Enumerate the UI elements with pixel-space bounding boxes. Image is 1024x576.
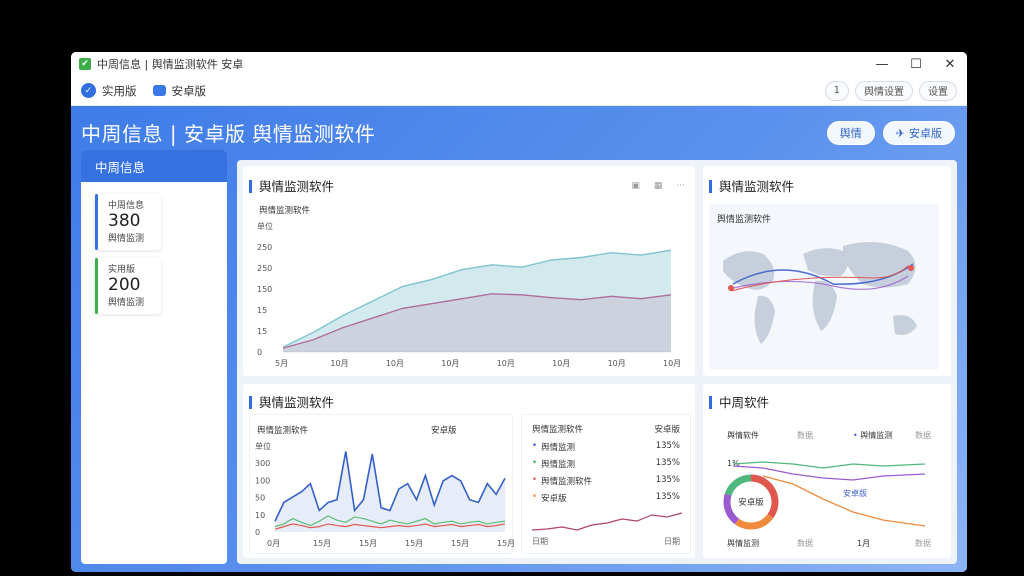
page-title: 中周信息 | 安卓版 舆情监测软件 bbox=[81, 122, 376, 146]
x-tick-label: 10月 bbox=[608, 359, 626, 368]
panel-map: 舆情监测软件 舆情监测软件 bbox=[703, 166, 951, 376]
donut-foot-mid2: 1月 bbox=[857, 539, 870, 548]
line-chart: 单位300100501000月 15月 15月 15月 15月 15月 bbox=[255, 441, 515, 548]
stat-card-info[interactable]: 中周信息 380 舆情监测 bbox=[95, 194, 161, 250]
y-tick-label: 250 bbox=[257, 243, 272, 252]
panel-donut: 中周软件 舆情软件 数据 • 舆情监测 数据 1% 安卓版 舆情监测 数据 1月… bbox=[703, 384, 951, 558]
donut-line-orange bbox=[762, 475, 926, 527]
chart-subtitle: 舆情监测软件 bbox=[259, 205, 311, 216]
x-tick-label: 15月 bbox=[497, 539, 515, 548]
x-tick-label: 15月 bbox=[359, 539, 377, 548]
x-tick-label: 0月 bbox=[267, 539, 280, 548]
y-tick-label: 100 bbox=[255, 476, 270, 485]
sidebar: 中周信息 中周信息 380 舆情监测 实用版 200 舆情监测 bbox=[81, 150, 227, 564]
area-chart: 舆情监测软件 单位250250150151505月 10月 10月 10月 10月 10月… bbox=[257, 205, 681, 368]
x-tick-label: 10月 bbox=[497, 359, 515, 368]
app-window: ✔ 中周信息 | 舆情监测软件 安卓 — ☐ ✕ ✓ 实用版 安卓版 1 舆情设… bbox=[71, 52, 967, 572]
y-tick-label: 0 bbox=[255, 528, 260, 537]
check-icon: ✓ bbox=[81, 83, 96, 98]
map-landmass bbox=[723, 242, 917, 344]
stat-sub: 舆情监测 bbox=[108, 298, 145, 308]
donut-foot-left: 舆情监测 bbox=[727, 538, 759, 548]
list-footer-left: 日期 bbox=[532, 537, 548, 546]
cloud-icon bbox=[152, 85, 166, 96]
x-tick-label: 15月 bbox=[405, 539, 423, 548]
list-footer-right: 日期 bbox=[664, 537, 680, 546]
minimize-button[interactable]: — bbox=[865, 52, 899, 76]
x-tick-label: 10月 bbox=[663, 359, 681, 368]
donut-foot-mid: 数据 bbox=[797, 538, 813, 548]
panel-main-chart: 舆情监测软件 ▣ ▦ ··· 舆情监测软件 单位 250 250 150 15 15 0 5月… bbox=[243, 166, 695, 376]
app-logo-icon: ✔ bbox=[79, 58, 91, 70]
panel-line: 舆情监测软件 舆情监测软件 安卓版 单位 300 100 50 10 0 0月 15月 15月 1… bbox=[243, 384, 695, 558]
x-tick-label: 15月 bbox=[451, 539, 469, 548]
donut-slice[interactable] bbox=[724, 474, 752, 496]
x-tick-label: 10月 bbox=[441, 359, 459, 368]
x-tick-label: 10月 bbox=[552, 359, 570, 368]
y-tick-label: 15 bbox=[257, 306, 267, 315]
android-button[interactable]: ✈ 安卓版 bbox=[882, 121, 955, 145]
world-map bbox=[723, 242, 917, 344]
y-tick-label: 单位 bbox=[255, 441, 271, 451]
donut-slice[interactable] bbox=[723, 493, 740, 525]
y-tick-label: 150 bbox=[257, 285, 272, 294]
donut-foot-right: 数据 bbox=[915, 538, 931, 548]
y-tick-label: 250 bbox=[257, 264, 272, 273]
maximize-button[interactable]: ☐ bbox=[899, 52, 933, 76]
banner-actions: 舆情 ✈ 安卓版 bbox=[819, 121, 955, 145]
stat-card-practical[interactable]: 实用版 200 舆情监测 bbox=[95, 258, 161, 314]
sentiment-settings-button[interactable]: 舆情设置 bbox=[855, 80, 913, 101]
toolbar-item-practical[interactable]: ✓ 实用版 bbox=[81, 83, 137, 99]
x-tick-label: 15月 bbox=[313, 539, 331, 548]
sentiment-button[interactable]: 舆情 bbox=[826, 121, 875, 145]
settings-button[interactable]: 设置 bbox=[919, 80, 957, 101]
donut-slice[interactable] bbox=[734, 513, 774, 530]
x-tick-label: 10月 bbox=[386, 359, 404, 368]
y-tick-label: 10 bbox=[255, 511, 265, 520]
close-button[interactable]: ✕ bbox=[933, 52, 967, 76]
title-bar: ✔ 中周信息 | 舆情监测软件 安卓 — ☐ ✕ bbox=[71, 52, 967, 76]
stat-label: 实用版 bbox=[108, 265, 136, 275]
toolbar-item-android[interactable]: 安卓版 bbox=[152, 83, 207, 99]
donut-center-label: 安卓版 bbox=[738, 497, 764, 508]
cursor-button[interactable]: 1 bbox=[824, 80, 849, 101]
toolbar: ✓ 实用版 安卓版 1 舆情设置 设置 bbox=[71, 76, 967, 106]
stat-sub: 舆情监测 bbox=[108, 234, 145, 244]
y-tick-label: 单位 bbox=[257, 221, 273, 231]
map-marker-start[interactable] bbox=[728, 285, 734, 291]
x-tick-label: 10月 bbox=[330, 359, 348, 368]
dashboard: 舆情监测软件 ▣ ▦ ··· 舆情监测软件 单位 250 250 150 15 15 0 5月… bbox=[237, 160, 957, 564]
y-tick-label: 15 bbox=[257, 327, 267, 336]
donut-line-green bbox=[732, 461, 926, 469]
toolbar-item-label: 安卓版 bbox=[171, 83, 207, 98]
stat-label: 中周信息 bbox=[108, 201, 145, 211]
y-tick-label: 0 bbox=[257, 348, 262, 357]
stat-value: 200 bbox=[108, 275, 141, 295]
stat-value: 380 bbox=[108, 211, 141, 231]
map-marker-end[interactable] bbox=[908, 265, 914, 271]
x-tick-label: 5月 bbox=[275, 359, 288, 368]
donut-side-label: 安卓版 bbox=[843, 488, 867, 498]
list-sparkline bbox=[531, 512, 683, 531]
donut-chart: 1% 安卓版 舆情监测 数据 1月 数据 安卓版 bbox=[723, 459, 931, 548]
y-tick-label: 50 bbox=[255, 494, 265, 503]
window-title: 中周信息 | 舆情监测软件 安卓 bbox=[97, 58, 244, 71]
sidebar-header[interactable]: 中周信息 bbox=[81, 150, 227, 182]
panel-list: 舆情监测软件 安卓版 • 舆情监测 135% • 舆情监测 135% • 舆情监测软件 135%… bbox=[521, 414, 691, 554]
y-tick-label: 300 bbox=[255, 459, 270, 468]
plane-icon: ✈ bbox=[895, 126, 905, 140]
toolbar-item-label: 实用版 bbox=[102, 83, 137, 98]
